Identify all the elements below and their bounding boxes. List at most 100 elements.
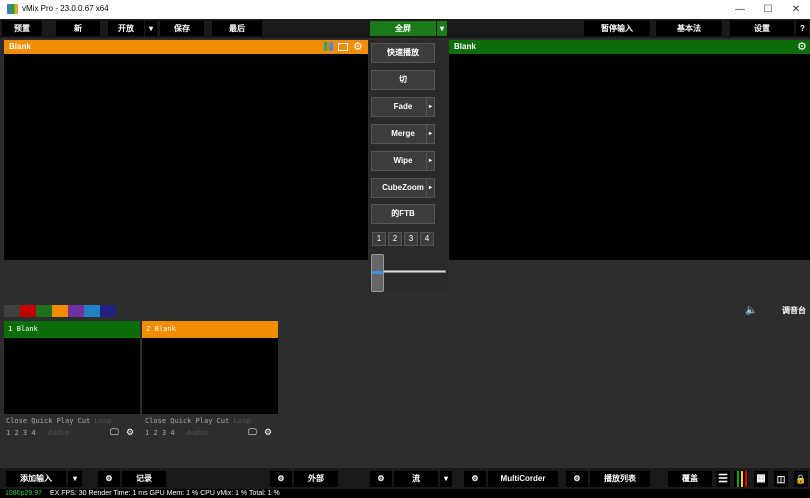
grid-view-icon[interactable]: ▦ <box>754 471 768 487</box>
fullscreen-button[interactable]: 全屏 <box>370 21 436 36</box>
cut-button[interactable]: 切 <box>371 70 435 90</box>
basic-button[interactable]: 基本法 <box>656 21 722 36</box>
preview-gear-icon[interactable]: ⚙ <box>353 40 363 54</box>
transition-1-button[interactable]: 1 <box>372 232 386 246</box>
add-input-dropdown-icon[interactable]: ▾ <box>68 471 82 487</box>
fullscreen-dropdown-icon[interactable]: ▾ <box>437 21 447 36</box>
color-swatch-purple[interactable] <box>68 305 84 317</box>
preview-panel[interactable]: Blank ⚙ <box>4 40 368 260</box>
merge-dropdown-icon[interactable]: ▸ <box>426 125 434 143</box>
color-swatch-green[interactable] <box>36 305 52 317</box>
merge-label: Merge <box>391 129 415 138</box>
input-2-overlay-1[interactable]: 1 <box>145 429 149 437</box>
color-swatch-blue[interactable] <box>84 305 100 317</box>
input-2-preview[interactable] <box>142 338 278 414</box>
audio-mixer-button[interactable]: 调音台 <box>782 305 806 317</box>
input-1-overlay-row: 1 2 3 4 Audio <box>6 429 69 437</box>
input-2-gear-icon[interactable]: ⚙ <box>264 427 272 438</box>
output-gear-icon[interactable]: ⚙ <box>797 40 807 54</box>
minimize-button[interactable]: — <box>728 2 752 17</box>
input-1-loop-button[interactable]: Loop <box>95 417 112 425</box>
settings-button[interactable]: 设置 <box>730 21 794 36</box>
input-1-header[interactable]: 1 Blank <box>4 321 140 338</box>
input-2-overlay-3[interactable]: 3 <box>162 429 166 437</box>
input-1-cut-button[interactable]: Cut <box>78 417 91 425</box>
input-2-monitor-icon[interactable]: 🖵 <box>248 427 257 438</box>
external-gear-icon[interactable]: ⚙ <box>270 471 292 487</box>
list-view-icon[interactable]: ☰ <box>716 471 730 487</box>
input-1-preview[interactable] <box>4 338 140 414</box>
input-1-monitor-icon[interactable]: 🖵 <box>110 427 119 438</box>
input-2-header[interactable]: 2 Blank <box>142 321 278 338</box>
record-gear-icon[interactable]: ⚙ <box>98 471 120 487</box>
playlist-gear-icon[interactable]: ⚙ <box>566 471 588 487</box>
speaker-icon[interactable]: 🔈 <box>745 305 757 317</box>
lock-icon[interactable]: 🔒 <box>794 471 808 487</box>
colour-bars-icon[interactable] <box>324 42 333 51</box>
cubezoom-label: CubeZoom <box>382 183 424 192</box>
input-1-overlay-1[interactable]: 1 <box>6 429 10 437</box>
audio-meter-icon[interactable] <box>734 471 748 487</box>
playlist-button[interactable]: 播放列表 <box>590 471 650 487</box>
open-dropdown-icon[interactable]: ▾ <box>145 21 157 36</box>
wipe-dropdown-icon[interactable]: ▸ <box>426 152 434 170</box>
color-swatch-navy[interactable] <box>100 305 116 317</box>
screen-icon[interactable] <box>338 43 348 51</box>
input-2-cut-button[interactable]: Cut <box>217 417 230 425</box>
color-swatch-orange[interactable] <box>52 305 68 317</box>
input-1-overlay-4[interactable]: 4 <box>31 429 35 437</box>
input-2-overlay-row: 1 2 3 4 Audio <box>145 429 208 437</box>
input-2-overlay-4[interactable]: 4 <box>170 429 174 437</box>
input-2-audio-button[interactable]: Audio <box>187 429 208 437</box>
preset-button[interactable]: 预置 <box>2 21 42 36</box>
t-bar-slider[interactable] <box>371 254 384 292</box>
input-1-actions: Close Quick Play Cut Loop <box>6 417 111 425</box>
transition-4-button[interactable]: 4 <box>420 232 434 246</box>
monitor-view-icon[interactable]: ◫ <box>774 471 788 487</box>
pause-input-button[interactable]: 暂停输入 <box>584 21 650 36</box>
wipe-button[interactable]: Wipe ▸ <box>371 151 435 171</box>
maximize-button[interactable]: ☐ <box>756 2 780 17</box>
stream-button[interactable]: 流 <box>394 471 438 487</box>
multicorder-gear-icon[interactable]: ⚙ <box>464 471 486 487</box>
transition-3-button[interactable]: 3 <box>404 232 418 246</box>
input-1-overlay-2[interactable]: 2 <box>14 429 18 437</box>
stream-dropdown-icon[interactable]: ▾ <box>440 471 452 487</box>
input-2-loop-button[interactable]: Loop <box>234 417 251 425</box>
output-header: Blank <box>449 40 810 54</box>
open-button[interactable]: 开放 <box>108 21 144 36</box>
ftb-button[interactable]: 的FTB <box>371 204 435 224</box>
cubezoom-dropdown-icon[interactable]: ▸ <box>426 179 434 197</box>
help-button[interactable]: ? <box>796 21 809 36</box>
color-swatch-gray[interactable] <box>4 305 20 317</box>
quick-play-button[interactable]: 快速播放 <box>371 43 435 63</box>
input-1-quickplay-button[interactable]: Quick Play <box>31 417 73 425</box>
input-1-audio-button[interactable]: Audio <box>48 429 69 437</box>
close-button[interactable]: ✕ <box>784 2 808 17</box>
fade-button[interactable]: Fade ▸ <box>371 97 435 117</box>
input-2-quickplay-button[interactable]: Quick Play <box>170 417 212 425</box>
stream-gear-icon[interactable]: ⚙ <box>370 471 392 487</box>
add-input-button[interactable]: 添加输入 <box>6 471 66 487</box>
input-1-gear-icon[interactable]: ⚙ <box>126 427 134 438</box>
overlay-button[interactable]: 覆盖 <box>668 471 712 487</box>
output-label: Blank <box>454 42 476 51</box>
multicorder-button[interactable]: MultiCorder <box>488 471 558 487</box>
input-2-overlay-2[interactable]: 2 <box>153 429 157 437</box>
color-swatch-red[interactable] <box>20 305 36 317</box>
save-button[interactable]: 保存 <box>160 21 204 36</box>
record-button[interactable]: 记录 <box>122 471 166 487</box>
merge-button[interactable]: Merge ▸ <box>371 124 435 144</box>
external-button[interactable]: 外部 <box>294 471 338 487</box>
fade-dropdown-icon[interactable]: ▸ <box>426 98 434 116</box>
cubezoom-button[interactable]: CubeZoom ▸ <box>371 178 435 198</box>
input-2-number: 2 <box>146 325 151 333</box>
status-bar: 1080p29.97 EX FPS: 30 Render Time: 1 ms … <box>0 489 810 498</box>
t-bar-track <box>382 270 446 273</box>
input-1-overlay-3[interactable]: 3 <box>23 429 27 437</box>
input-2-close-button[interactable]: Close <box>145 417 166 425</box>
new-button[interactable]: 新 <box>56 21 100 36</box>
input-1-close-button[interactable]: Close <box>6 417 27 425</box>
last-button[interactable]: 最后 <box>212 21 262 36</box>
transition-2-button[interactable]: 2 <box>388 232 402 246</box>
